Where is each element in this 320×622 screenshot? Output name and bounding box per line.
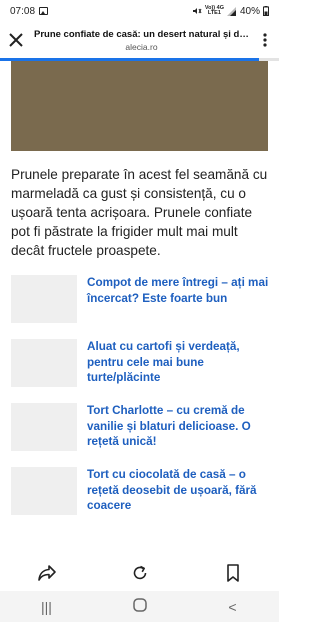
related-article[interactable]: Compot de mere întregi – ați mai încerca… <box>11 275 273 339</box>
related-thumbnail[interactable] <box>11 275 77 323</box>
home-icon <box>132 598 147 612</box>
bookmark-icon <box>226 564 239 582</box>
recents-button[interactable]: ||| <box>27 599 67 615</box>
close-icon <box>9 33 23 47</box>
browser-top-bar: Prune confiate de casă: un desert natura… <box>0 22 279 58</box>
related-thumbnail[interactable] <box>11 403 77 451</box>
mute-icon <box>192 8 202 14</box>
recents-icon: ||| <box>41 598 52 615</box>
share-icon <box>37 565 56 581</box>
status-right: Vo)) 4G LTE1 40% <box>192 5 269 17</box>
clock: 07:08 <box>10 5 36 17</box>
related-thumbnail[interactable] <box>11 467 77 515</box>
page-url: alecia.ro <box>125 41 158 52</box>
back-button[interactable]: < <box>213 599 253 615</box>
more-vert-icon <box>263 33 267 47</box>
close-button[interactable] <box>0 22 32 58</box>
more-options-button[interactable] <box>251 22 279 58</box>
related-article[interactable]: Aluat cu cartofi și verdeață, pentru cel… <box>11 339 273 403</box>
battery-percent: 40% <box>239 5 260 17</box>
system-nav-bar: ||| < <box>0 591 279 622</box>
signal-icon <box>226 6 236 16</box>
refresh-icon <box>133 565 146 580</box>
related-thumbnail[interactable] <box>11 339 77 387</box>
back-icon: < <box>228 598 237 615</box>
related-article[interactable]: Tort Charlotte – cu cremă de vanilie și … <box>11 403 273 467</box>
related-articles-list: Compot de mere întregi – ați mai încerca… <box>11 275 273 531</box>
article-paragraph: Prunele preparate în acest fel seamănă c… <box>11 167 268 258</box>
status-bar: 07:08 Vo)) 4G LTE1 40% <box>0 0 279 22</box>
related-article-link[interactable]: Aluat cu cartofi și verdeață, pentru cel… <box>87 339 273 386</box>
home-button[interactable] <box>120 597 160 616</box>
battery-icon <box>263 6 269 16</box>
bottom-toolbar <box>0 555 279 591</box>
network-sub: LTE1 <box>207 10 221 16</box>
related-article[interactable]: Tort cu ciocolată de casă – o rețetă deo… <box>11 467 273 531</box>
related-article-link[interactable]: Compot de mere întregi – ați mai încerca… <box>87 275 273 306</box>
refresh-button[interactable] <box>120 555 160 591</box>
status-left: 07:08 <box>10 5 49 17</box>
gallery-notification-icon <box>39 7 49 15</box>
bookmark-button[interactable] <box>213 555 253 591</box>
network-indicator: Vo)) 4G LTE1 <box>205 5 224 16</box>
related-article-link[interactable]: Tort cu ciocolată de casă – o rețetă deo… <box>87 467 273 514</box>
title-area: Prune confiate de casă: un desert natura… <box>32 29 251 52</box>
share-button[interactable] <box>27 555 67 591</box>
page-title: Prune confiate de casă: un desert natura… <box>34 28 249 40</box>
related-article-link[interactable]: Tort Charlotte – cu cremă de vanilie și … <box>87 403 273 450</box>
article-image <box>11 61 268 151</box>
